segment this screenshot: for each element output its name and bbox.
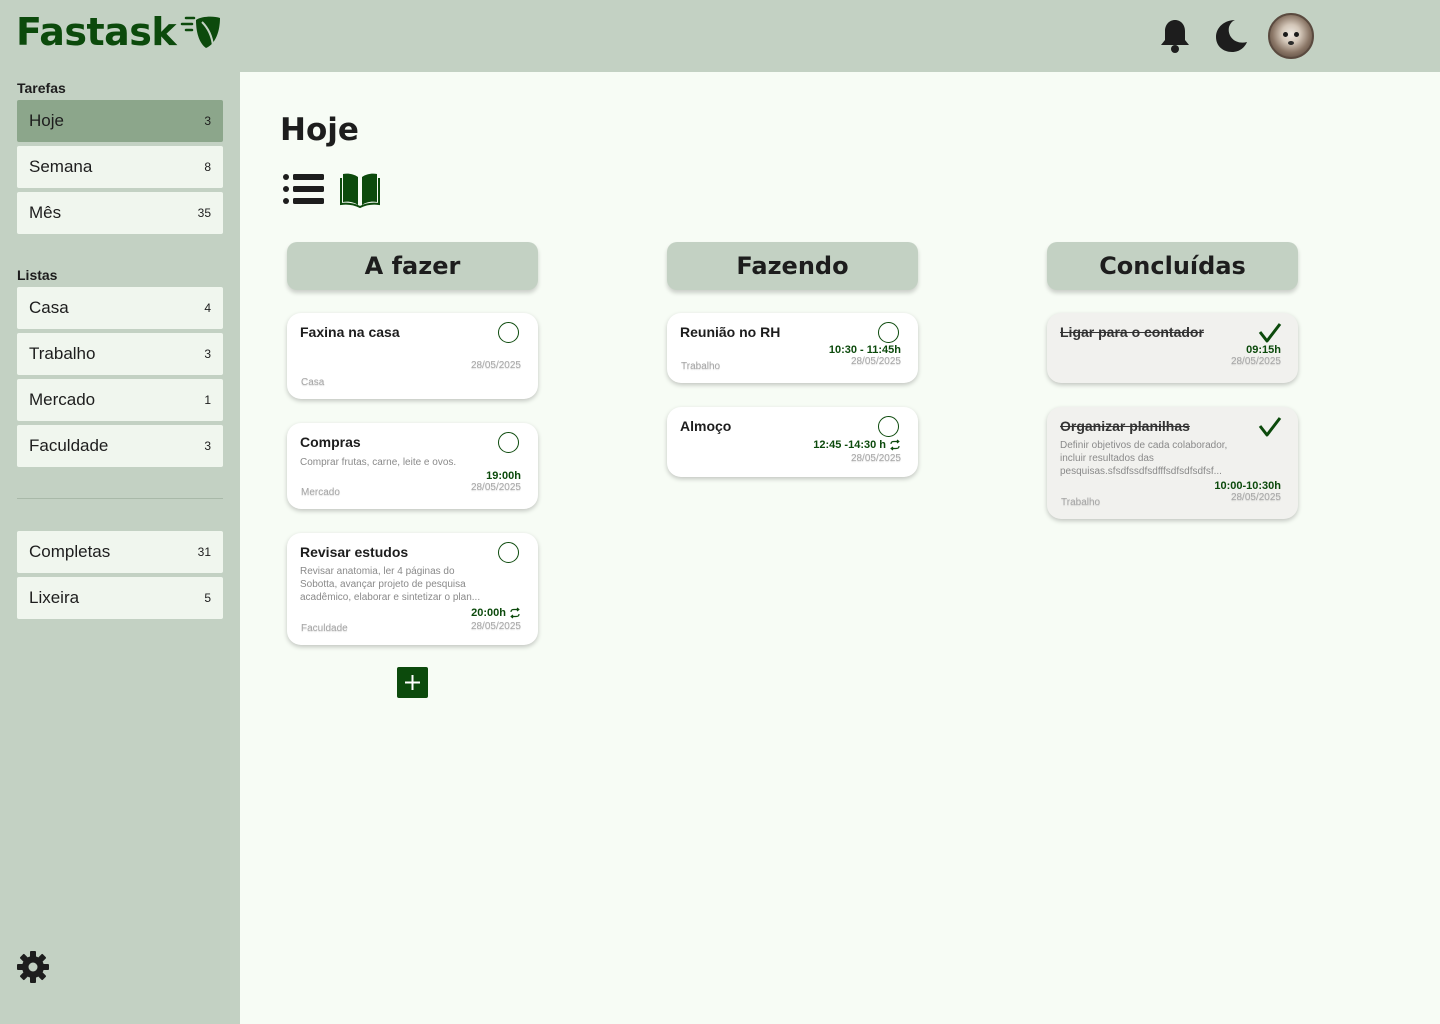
sidebar-item-faculdade[interactable]: Faculdade 3 xyxy=(17,425,223,467)
checkmark-icon[interactable] xyxy=(1258,415,1282,439)
task-date: 28/05/2025 xyxy=(1230,492,1281,503)
sidebar: Tarefas Hoje 3 Semana 8 Mês 35 Listas Ca… xyxy=(0,72,240,1024)
sidebar-item-hoje[interactable]: Hoje 3 xyxy=(17,100,223,142)
task-card[interactable]: Revisar estudos Revisar anatomia, ler 4 … xyxy=(287,533,538,645)
task-description: Definir objetivos de cada colaborador, i… xyxy=(1060,440,1228,477)
sidebar-item-count: 4 xyxy=(204,301,211,315)
app-name: Fastask xyxy=(16,10,177,54)
sidebar-item-count: 1 xyxy=(204,393,211,407)
column-header-fazendo: Fazendo xyxy=(667,242,918,290)
gear-icon[interactable] xyxy=(16,950,50,984)
task-list-tag: Trabalho xyxy=(681,361,721,372)
sidebar-item-completas[interactable]: Completas 31 xyxy=(17,531,223,573)
sidebar-item-count: 35 xyxy=(197,206,211,220)
add-task-button[interactable] xyxy=(397,667,428,698)
task-card[interactable]: Ligar para o contador 09:15h 28/05/2025 xyxy=(1047,313,1298,383)
sidebar-item-count: 8 xyxy=(204,160,211,174)
column-header-concluidas: Concluídas xyxy=(1047,242,1298,290)
task-time-text: 10:00-10:30h xyxy=(1214,480,1281,492)
task-time: 12:45 -14:30 h xyxy=(813,439,901,451)
plus-icon xyxy=(405,675,420,690)
column-header-a-fazer: A fazer xyxy=(287,242,538,290)
sidebar-item-count: 31 xyxy=(197,545,211,559)
task-date: 28/05/2025 xyxy=(1230,356,1281,367)
sidebar-item-count: 5 xyxy=(204,591,211,605)
tasks-section-title: Tarefas xyxy=(17,80,66,96)
task-title: Faxina na casa xyxy=(300,324,400,340)
task-time-text: 10:30 - 11:45h xyxy=(828,344,901,356)
task-time-text: 09:15h xyxy=(1246,344,1281,356)
task-card[interactable]: Almoço 12:45 -14:30 h 28/05/2025 xyxy=(667,407,918,477)
sidebar-item-label: Mês xyxy=(29,203,62,222)
task-title: Ligar para o contador xyxy=(1060,324,1204,340)
sidebar-item-lixeira[interactable]: Lixeira 5 xyxy=(17,577,223,619)
sidebar-item-label: Hoje xyxy=(29,111,64,130)
task-time: 19:00h xyxy=(486,470,521,482)
task-list-tag: Casa xyxy=(301,377,325,388)
moon-icon[interactable] xyxy=(1212,17,1250,55)
sidebar-item-count: 3 xyxy=(204,114,211,128)
task-card[interactable]: Compras Comprar frutas, carne, leite e o… xyxy=(287,423,538,509)
app-logo[interactable]: Fastask xyxy=(16,12,222,52)
complete-checkbox[interactable] xyxy=(498,322,519,343)
sidebar-item-count: 3 xyxy=(204,439,211,453)
task-description: Comprar frutas, carne, leite e ovos. xyxy=(300,457,457,468)
avatar[interactable] xyxy=(1268,13,1314,59)
task-time: 10:30 - 11:45h xyxy=(829,344,901,356)
task-card[interactable]: Organizar planilhas Definir objetivos de… xyxy=(1047,407,1298,519)
sidebar-item-label: Semana xyxy=(29,157,93,176)
sidebar-divider xyxy=(17,498,223,499)
sidebar-item-label: Trabalho xyxy=(29,344,96,363)
task-time: 10:00-10:30h xyxy=(1214,480,1281,492)
board-view-icon[interactable] xyxy=(338,170,382,208)
lists-section-title: Listas xyxy=(17,267,58,283)
task-time: 20:00h xyxy=(471,607,521,619)
repeat-icon xyxy=(890,439,900,451)
task-date: 28/05/2025 xyxy=(470,621,521,632)
top-bar: Fastask xyxy=(0,0,1440,72)
task-time: 09:15h xyxy=(1246,344,1281,356)
task-title: Compras xyxy=(300,434,361,450)
sidebar-item-trabalho[interactable]: Trabalho 3 xyxy=(17,333,223,375)
task-date: 28/05/2025 xyxy=(470,360,521,371)
sidebar-item-semana[interactable]: Semana 8 xyxy=(17,146,223,188)
task-card[interactable]: Faxina na casa 28/05/2025 Casa xyxy=(287,313,538,399)
checkmark-icon[interactable] xyxy=(1258,321,1282,345)
complete-checkbox[interactable] xyxy=(498,432,519,453)
task-list-tag: Faculdade xyxy=(301,623,348,634)
task-date: 28/05/2025 xyxy=(850,356,901,367)
sidebar-item-casa[interactable]: Casa 4 xyxy=(17,287,223,329)
task-title: Revisar estudos xyxy=(300,544,409,560)
sidebar-item-count: 3 xyxy=(204,347,211,361)
sidebar-item-label: Casa xyxy=(29,298,69,317)
task-date: 28/05/2025 xyxy=(850,453,901,464)
task-card[interactable]: Reunião no RH 10:30 - 11:45h 28/05/2025 … xyxy=(667,313,918,383)
complete-checkbox[interactable] xyxy=(878,322,899,343)
sidebar-item-label: Faculdade xyxy=(29,436,109,455)
task-date: 28/05/2025 xyxy=(470,482,521,493)
task-time-text: 20:00h xyxy=(471,607,506,619)
sidebar-item-label: Lixeira xyxy=(29,588,80,607)
sidebar-item-label: Completas xyxy=(29,542,111,561)
task-list-tag: Trabalho xyxy=(1061,497,1101,508)
sidebar-item-mes[interactable]: Mês 35 xyxy=(17,192,223,234)
complete-checkbox[interactable] xyxy=(878,416,899,437)
top-actions xyxy=(1156,13,1314,59)
complete-checkbox[interactable] xyxy=(498,542,519,563)
task-description: Revisar anatomia, ler 4 páginas do Sobot… xyxy=(300,566,481,603)
page-title: Hoje xyxy=(280,112,359,148)
task-time-text: 12:45 -14:30 h xyxy=(813,439,886,451)
list-view-icon[interactable] xyxy=(282,170,326,208)
bell-icon[interactable] xyxy=(1156,17,1194,55)
sidebar-item-label: Mercado xyxy=(29,390,96,409)
task-title: Organizar planilhas xyxy=(1060,418,1190,434)
sidebar-item-mercado[interactable]: Mercado 1 xyxy=(17,379,223,421)
task-list-tag: Mercado xyxy=(301,487,340,498)
task-time-text: 19:00h xyxy=(486,470,521,482)
task-title: Almoço xyxy=(680,418,732,434)
leaf-logo-icon xyxy=(180,16,221,48)
task-title: Reunião no RH xyxy=(680,324,781,340)
repeat-icon xyxy=(510,607,520,619)
